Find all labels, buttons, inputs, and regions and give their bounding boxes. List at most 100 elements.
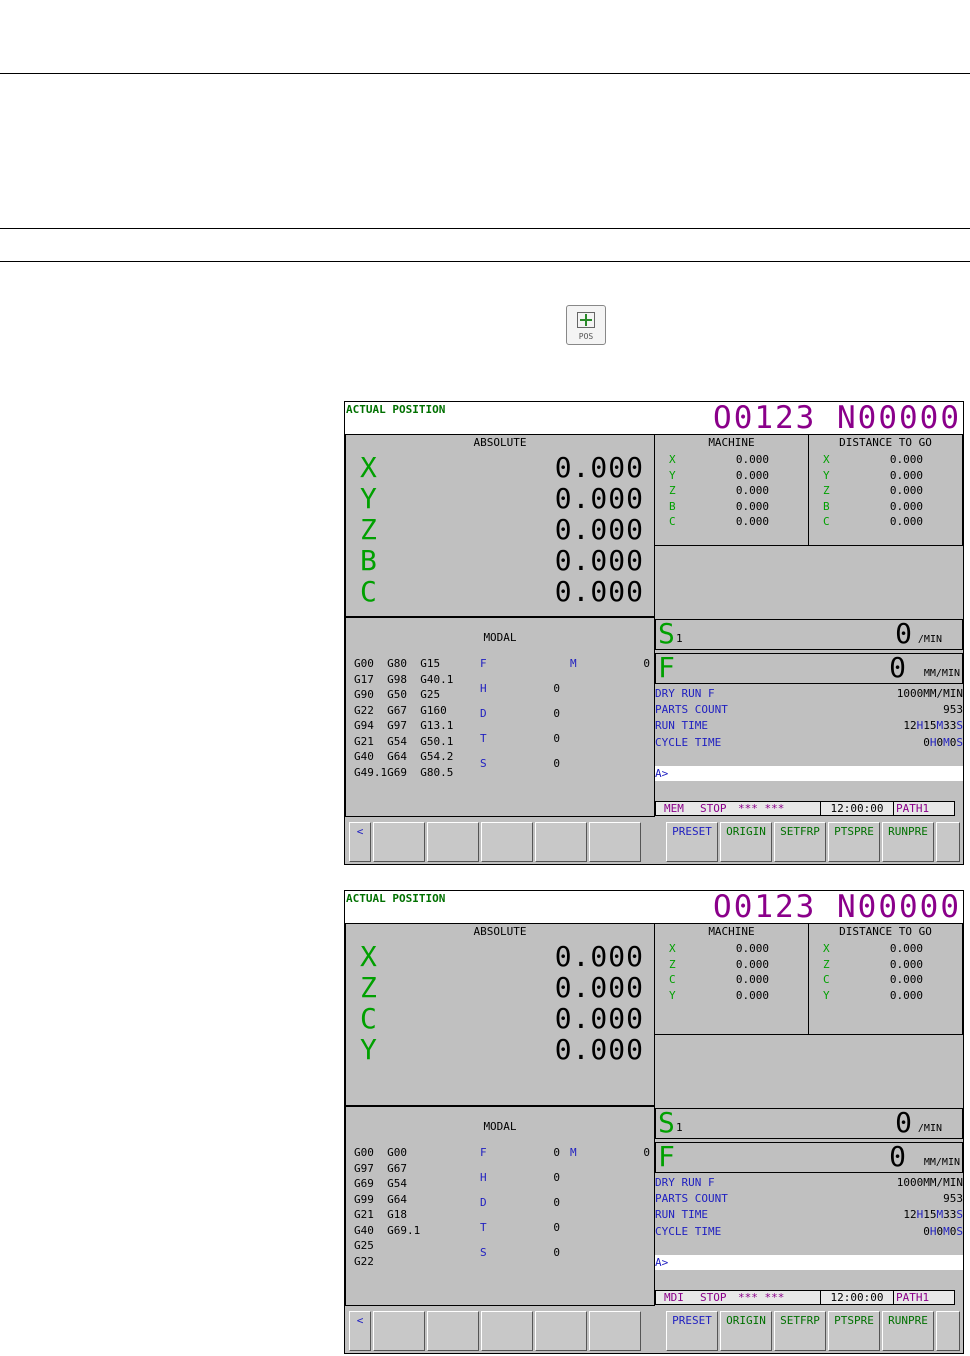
- status-alarm: *** ***: [738, 802, 785, 815]
- softkey-blank[interactable]: [535, 822, 587, 862]
- machine-row: Y 0.000: [655, 988, 810, 1003]
- softkey-blank[interactable]: [427, 1311, 479, 1351]
- softkey-origin[interactable]: ORIGIN: [720, 1311, 772, 1351]
- axis-value: 0.000: [889, 468, 923, 482]
- run-time-value: 12H15M33S: [903, 1207, 963, 1223]
- absolute-row: B 0.000: [346, 545, 654, 576]
- modal-panel: MODAL G00 G80 G15 G17 G98 G40.1 G90 G50 G…: [345, 617, 655, 817]
- axis-name: B: [360, 544, 377, 577]
- status-state: STOP: [700, 802, 727, 815]
- absolute-label: ABSOLUTE: [473, 436, 527, 449]
- axis-value: 0.000: [554, 971, 644, 1004]
- softkey-blank[interactable]: [535, 1311, 587, 1351]
- softkey-blank[interactable]: [481, 1311, 533, 1351]
- softkey-origin[interactable]: ORIGIN: [720, 822, 772, 862]
- softkey-blank[interactable]: [589, 1311, 641, 1351]
- key-input-buffer[interactable]: A>: [655, 1255, 963, 1270]
- axis-value: 0.000: [554, 482, 644, 515]
- softkey-runpre[interactable]: RUNPRE: [882, 822, 934, 862]
- axis-value: 0.000: [554, 1033, 644, 1066]
- feed-letter: F: [658, 651, 675, 684]
- modal-t-value: 0: [553, 1221, 560, 1234]
- feed-unit: MM/MIN: [923, 1157, 960, 1168]
- softkey-runpre[interactable]: RUNPRE: [882, 1311, 934, 1351]
- axis-value: 0.000: [735, 515, 769, 528]
- axis-value: 0.000: [554, 451, 644, 484]
- modal-t-value: 0: [553, 732, 560, 745]
- softkey-label: SETFRP: [780, 825, 820, 838]
- softkey-preset[interactable]: PRESET: [666, 822, 718, 862]
- softkey-ptspre[interactable]: PTSPRE: [828, 1311, 880, 1351]
- axis-name: Z: [360, 971, 377, 1004]
- spindle-value: 0: [895, 1106, 912, 1139]
- axis-value: 0.000: [889, 957, 923, 971]
- dry-run-unit: MM/MIN: [923, 1176, 963, 1189]
- softkey-return[interactable]: <: [349, 1311, 371, 1351]
- softkey-blank[interactable]: [373, 822, 425, 862]
- axis-value: 0.000: [554, 513, 644, 546]
- seconds-unit: S: [956, 1208, 963, 1221]
- run-time: RUN TIME 12H15M33S: [655, 1207, 963, 1223]
- status-alarm: *** ***: [738, 1291, 785, 1304]
- softkey-next[interactable]: [936, 822, 960, 862]
- dtg-row: X 0.000: [809, 452, 963, 467]
- run-minutes: 15: [923, 1208, 937, 1221]
- feed-value: 0: [889, 1140, 906, 1173]
- cycle-hours: 0: [923, 1225, 930, 1238]
- axis-name: Y: [360, 482, 377, 515]
- axis-value: 0.000: [889, 988, 923, 1002]
- softkey-blank[interactable]: [589, 822, 641, 862]
- softkey-blank[interactable]: [427, 822, 479, 862]
- dry-run: DRY RUN F 1000MM/MIN: [655, 686, 963, 702]
- axis-value: 0.000: [735, 468, 769, 482]
- axis-value: 0.000: [554, 940, 644, 973]
- parts-count: PARTS COUNT 953: [655, 1191, 963, 1207]
- modal-h-label: H: [480, 682, 487, 695]
- absolute-panel: ABSOLUTE X 0.000 Z 0.000 C 0.000 Y 0.000: [345, 923, 655, 1106]
- softkey-return[interactable]: <: [349, 822, 371, 862]
- machine-row: X 0.000: [655, 452, 810, 467]
- softkey-ptspre[interactable]: PTSPRE: [828, 822, 880, 862]
- axis-name: C: [823, 515, 830, 528]
- softkey-setfrp[interactable]: SETFRP: [774, 822, 826, 862]
- modal-f-value: 0: [553, 1146, 560, 1159]
- softkey-next[interactable]: [936, 1311, 960, 1351]
- program-number: O0123 N00000: [713, 890, 961, 925]
- axis-name: B: [669, 499, 676, 513]
- feed-value: 0: [889, 651, 906, 684]
- softkey-setfrp[interactable]: SETFRP: [774, 1311, 826, 1351]
- machine-row: Z 0.000: [655, 957, 810, 972]
- screen-header: ACTUAL POSITION O0123 N00000: [345, 402, 963, 435]
- dry-run-label: DRY RUN F: [655, 1176, 715, 1189]
- status-clock: 12:00:00: [820, 802, 894, 815]
- axis-name: Y: [823, 468, 830, 482]
- axis-value: 0.000: [735, 988, 769, 1002]
- modal-t-label: T: [480, 732, 487, 745]
- axis-name: C: [669, 973, 676, 986]
- pos-function-key[interactable]: POS: [566, 305, 606, 345]
- axis-value: 0.000: [889, 453, 923, 466]
- axis-value: 0.000: [554, 575, 644, 608]
- softkey-label: SETFRP: [780, 1314, 820, 1327]
- run-seconds: 33: [943, 1208, 957, 1221]
- dry-run-value: 1000MM/MIN: [897, 1175, 963, 1191]
- distance-to-go-panel: DISTANCE TO GO X 0.000 Z 0.000 C 0.000 Y 0.000: [808, 923, 963, 1035]
- dtg-row: Y 0.000: [809, 468, 963, 483]
- key-input-buffer[interactable]: A>: [655, 766, 963, 781]
- machine-panel: MACHINE X 0.000 Y 0.000 Z 0.000 B 0.000 C 0.000: [654, 434, 809, 546]
- machine-label: MACHINE: [708, 925, 755, 938]
- softkey-blank[interactable]: [373, 1311, 425, 1351]
- softkey-preset[interactable]: PRESET: [666, 1311, 718, 1351]
- soft-key-bar: < PRESET ORIGIN SETFRP PTSPRE RUNPRE: [345, 818, 963, 864]
- softkey-label: <: [356, 1314, 364, 1327]
- modal-s-label: S: [480, 757, 487, 770]
- run-hours: 12: [903, 1208, 917, 1221]
- softkey-blank[interactable]: [481, 822, 533, 862]
- axis-value: 0.000: [735, 942, 769, 955]
- axis-name: Y: [669, 988, 676, 1002]
- dtg-label: DISTANCE TO GO: [839, 436, 932, 449]
- modal-gcodes: G00 G80 G15 G17 G98 G40.1 G90 G50 G25 G2…: [354, 657, 454, 779]
- cnc-screen: ACTUAL POSITION O0123 N00000 ABSOLUTE X 0.00…: [344, 401, 964, 865]
- absolute-label: ABSOLUTE: [473, 925, 527, 938]
- run-time: RUN TIME 12H15M33S: [655, 718, 963, 734]
